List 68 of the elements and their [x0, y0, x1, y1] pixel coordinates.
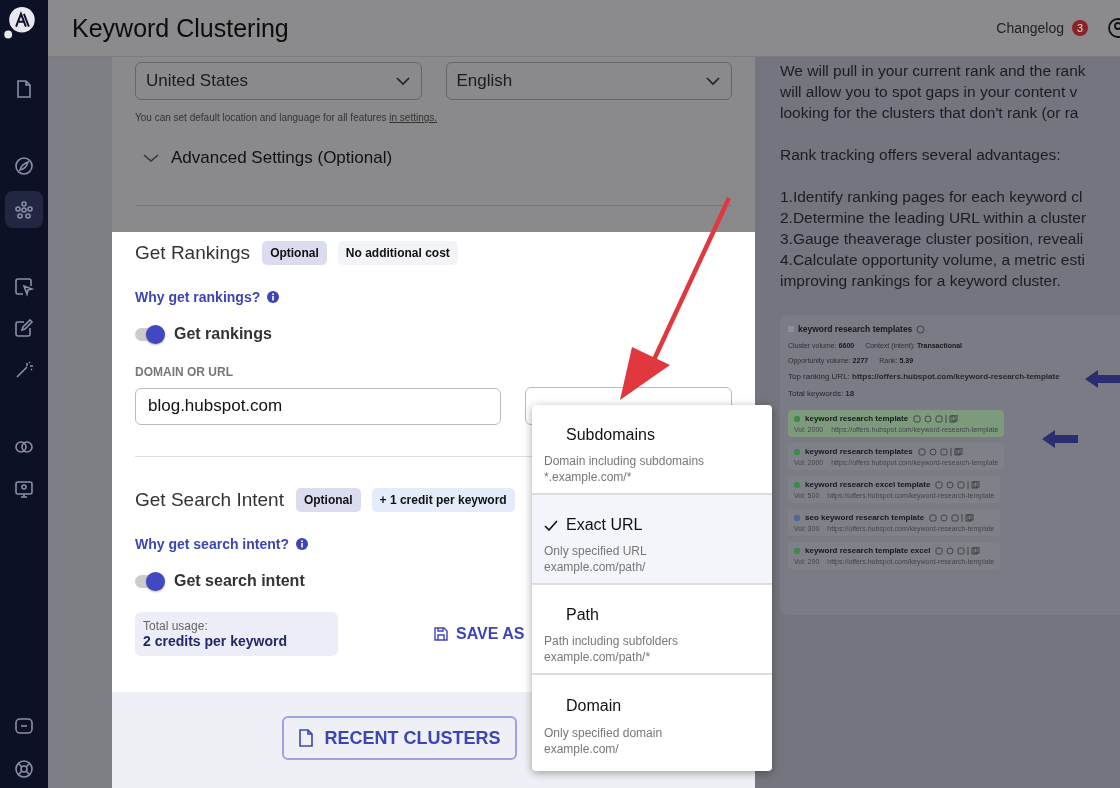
action-icons [935, 546, 982, 555]
chevron-icon [394, 76, 411, 86]
toggle-label: Get search intent [174, 572, 305, 590]
tag: Optional [262, 241, 327, 265]
arrow-icon [1085, 370, 1120, 388]
nav-cluster-icon[interactable] [5, 191, 43, 229]
cluster-name: keyword research templates [798, 324, 913, 334]
section-title: Get Search Intent [135, 489, 284, 511]
menu-option[interactable]: Exact URL Only specified URL example.com/path/ [532, 495, 772, 585]
option-title: Exact URL [566, 516, 643, 534]
help-text: improving rankings for a keyword cluster. [780, 272, 1061, 289]
why-link[interactable]: Why get search intent? [135, 536, 290, 552]
action-icons [929, 513, 976, 522]
option-description: Path including subfolders [544, 633, 680, 649]
check-icon [544, 519, 558, 531]
tag: No additional cost [337, 241, 458, 265]
usage-value: 2 credits per keyword [143, 633, 288, 649]
why-link[interactable]: Why get rankings? [135, 289, 261, 305]
section-title: Get Rankings [135, 242, 251, 264]
help-text: We will pull in your current rank and the rank [780, 62, 1086, 79]
menu-option[interactable]: Path Path including subfolders example.com/path/* [532, 585, 772, 675]
option-title: Path [566, 606, 599, 624]
save-as-button[interactable]: SAVE AS [430, 621, 529, 647]
action-icons [913, 414, 960, 423]
help-text: 2.Determine the leading URL within a cluster [780, 209, 1087, 226]
language-select[interactable]: English [445, 62, 732, 100]
action-icons [917, 447, 964, 456]
total-keywords: Total keywords: 18 [788, 389, 856, 398]
toggle-label: Get rankings [174, 325, 272, 343]
user-icon[interactable] [1106, 17, 1120, 39]
help-text: 4.Calculate opportunity volume, a metric esti [780, 251, 1085, 268]
option-example: example.com/ [544, 741, 620, 757]
action-icons [935, 480, 982, 489]
advanced-settings-toggle[interactable]: Advanced Settings (Optional) [143, 148, 393, 168]
tag: Optional [295, 488, 361, 512]
info-icon[interactable] [296, 538, 309, 550]
option-description: Domain including subdomains [544, 453, 706, 469]
recent-clusters-button[interactable]: RECENT CLUSTERS [282, 716, 517, 760]
option-description: Only specified domain [544, 725, 664, 741]
menu-option[interactable]: Domain Only specified domain example.com/ [532, 675, 772, 771]
help-text: 1.Identify ranking pages for each keyword cl [780, 188, 1083, 205]
option-title: Subdomains [566, 426, 655, 444]
document-icon [298, 729, 315, 747]
top-url: Top ranking URL: https://offers.hubspot.com/keyword-research-template [788, 372, 1061, 381]
domain-field[interactable]: blog.hubspot.com [135, 387, 501, 425]
help-text: looking for the clusters that don't rank (or ra [780, 104, 1079, 121]
changelog-link[interactable]: Changelog [996, 20, 1064, 36]
usage-label: Total usage: [143, 619, 209, 633]
option-example: example.com/path/* [544, 649, 652, 665]
help-text: will allow you to spot gaps in your content v [780, 83, 1078, 100]
tag: + 1 credit per keyword [371, 488, 515, 512]
arrow-icon [1042, 430, 1078, 448]
settings-link[interactable]: in settings. [389, 112, 438, 123]
count-badge: 3 [1072, 20, 1088, 36]
search-icon [916, 324, 926, 334]
save-icon [434, 627, 448, 641]
option-example: *.example.com/* [544, 469, 633, 485]
option-description: Only specified URL [544, 543, 648, 559]
chevron-icon [705, 76, 721, 86]
country-select[interactable]: United States [135, 62, 422, 100]
option-title: Domain [566, 697, 622, 715]
option-example: example.com/path/ [544, 559, 647, 575]
info-icon[interactable] [267, 291, 280, 303]
help-text: Rank tracking offers several advantages: [780, 146, 1061, 163]
page-title: Keyword Clustering [72, 13, 289, 43]
settings-hint: You can set default location and language for all features in settings. [135, 112, 439, 123]
help-text: 3.Gauge theaverage cluster position, reveali [780, 230, 1084, 247]
field-label: DOMAIN OR URL [135, 365, 234, 379]
